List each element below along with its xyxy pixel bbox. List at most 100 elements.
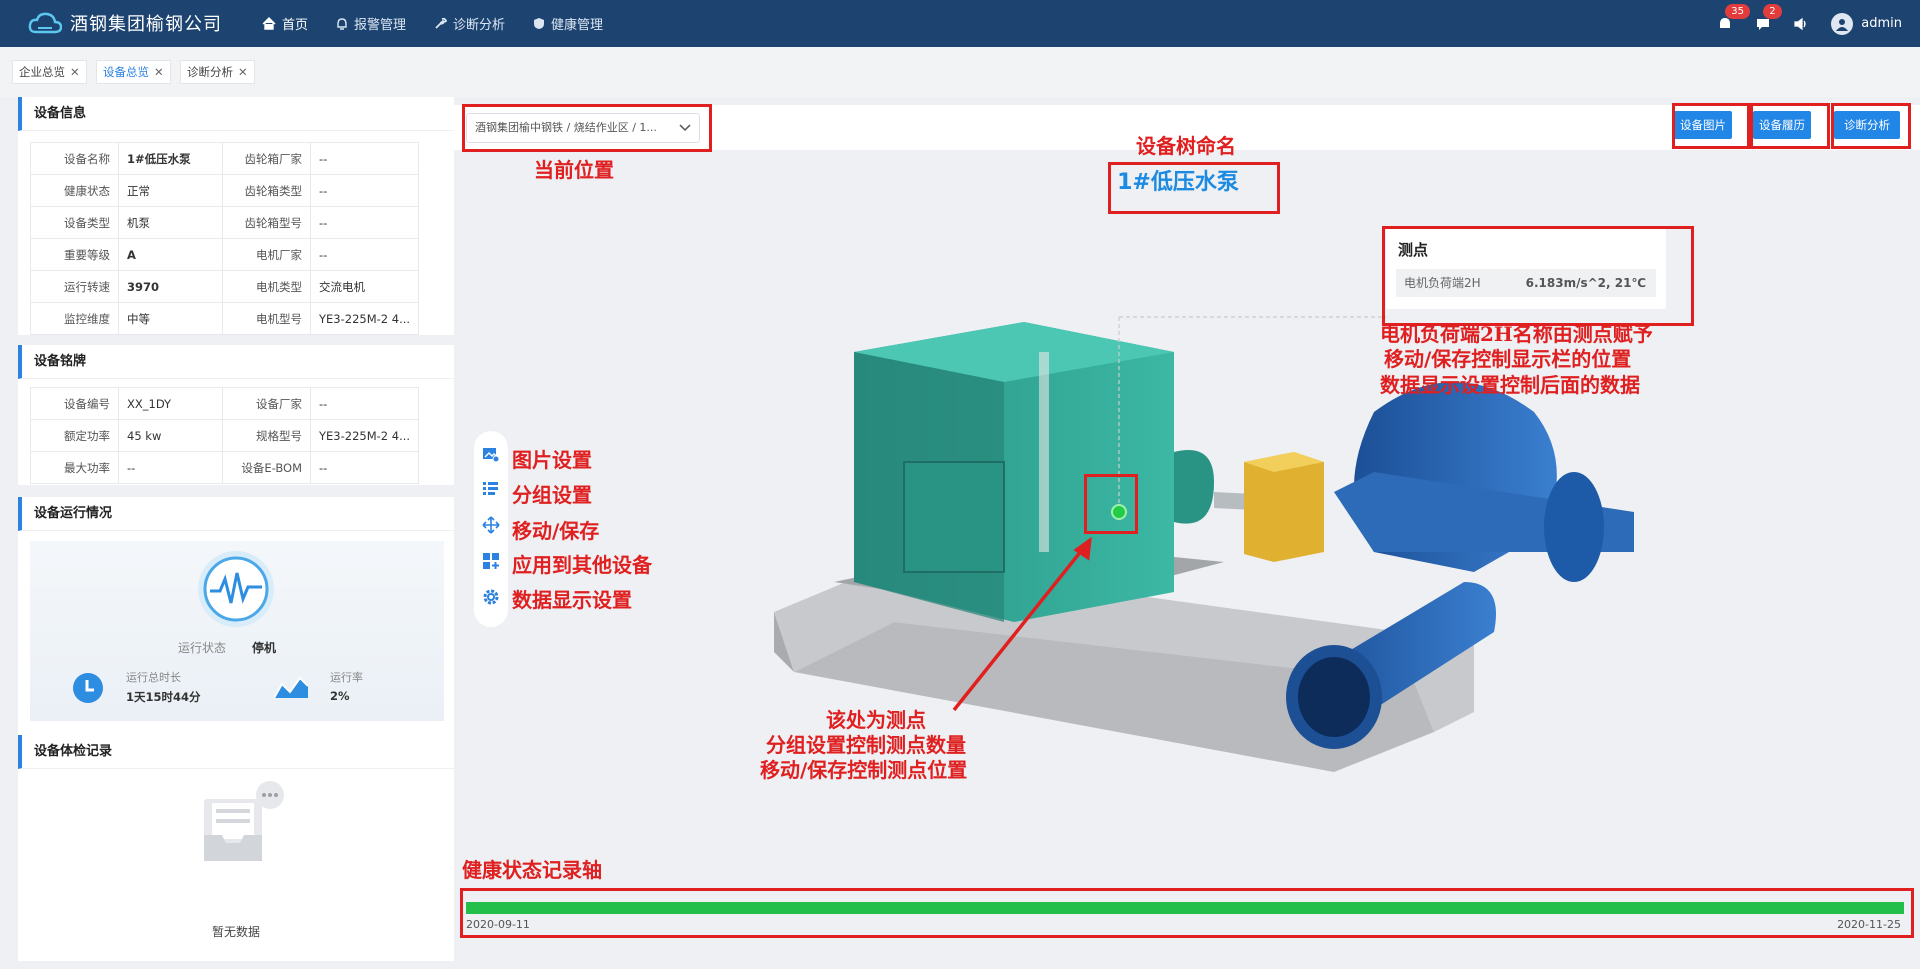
annotation-tool-move: 移动/保存 xyxy=(512,519,600,543)
annotation-box-location xyxy=(462,104,712,152)
field-label: 健康状态 xyxy=(30,174,119,207)
annotation-tool-display: 数据显示设置 xyxy=(512,588,632,612)
field-value: 中等 xyxy=(118,302,223,335)
nav-home[interactable]: 首页 xyxy=(262,0,308,47)
speaker-icon xyxy=(1794,17,1806,30)
field-value: -- xyxy=(309,451,420,484)
field-value: -- xyxy=(309,206,420,239)
field-value: -- xyxy=(309,174,420,207)
field-label: 设备类型 xyxy=(30,206,119,239)
field-label: 规格型号 xyxy=(222,419,311,452)
nav-alarm-label: 报警管理 xyxy=(354,18,407,33)
image-settings-tool[interactable] xyxy=(482,445,500,466)
run-rate-chart-icon xyxy=(273,676,309,699)
field-value: YE3-225M-2 4... xyxy=(309,302,420,335)
status-label: 运行状态 xyxy=(178,641,227,655)
top-navigation-bar: 酒钢集团榆钢公司 首页 报警管理 诊断分析 健康管理 35 2 admin xyxy=(0,0,1920,47)
field-label: 重要等级 xyxy=(30,238,119,271)
cloud-logo-icon xyxy=(28,12,62,34)
field-value: -- xyxy=(118,451,223,484)
home-icon xyxy=(262,17,276,30)
annotation-current-location: 当前位置 xyxy=(534,158,614,182)
username[interactable]: admin xyxy=(1861,16,1902,31)
tab-label: 设备总览 xyxy=(103,65,149,79)
table-row: 重要等级 A 电机厂家 -- xyxy=(30,238,420,271)
field-value: 1#低压水泵 xyxy=(118,142,223,175)
nav-health[interactable]: 健康管理 xyxy=(533,0,603,47)
nameplate-section: 设备铭牌 设备编号 XX_1DY 设备厂家 -- 额定功率 45 kw 规格型号 YE3-22… xyxy=(18,345,454,485)
field-label: 设备E-BOM xyxy=(222,451,311,484)
rate-value: 2% xyxy=(330,689,350,703)
field-label: 齿轮箱类型 xyxy=(222,174,311,207)
avatar[interactable] xyxy=(1831,12,1854,35)
runtime-value: 1天15时44分 xyxy=(126,690,201,704)
field-value: 45 kw xyxy=(118,419,223,452)
group-settings-tool[interactable] xyxy=(482,480,500,501)
annotation-box-measure-card xyxy=(1382,226,1694,326)
logo[interactable]: 酒钢集团榆钢公司 xyxy=(28,10,222,36)
field-label: 设备厂家 xyxy=(222,387,311,420)
close-icon[interactable]: ✕ xyxy=(238,65,248,79)
table-row: 监控维度 中等 电机型号 YE3-225M-2 4... xyxy=(30,302,420,335)
image-settings-icon xyxy=(483,448,500,463)
close-icon[interactable]: ✕ xyxy=(154,65,164,79)
alarm-icon xyxy=(337,18,347,30)
field-label: 监控维度 xyxy=(30,302,119,335)
field-value: 机泵 xyxy=(118,206,223,239)
close-icon[interactable]: ✕ xyxy=(70,65,80,79)
table-row: 最大功率 -- 设备E-BOM -- xyxy=(30,451,420,484)
left-panel: 设备信息 设备名称 1#低压水泵 齿轮箱厂家 -- 健康状态 正常 齿轮箱类型 -- 设备类型机… xyxy=(18,97,454,961)
shield-icon xyxy=(534,18,545,29)
field-value: YE3-225M-2 4... xyxy=(309,419,420,452)
data-display-settings-tool[interactable] xyxy=(482,588,500,609)
annotation-timeline: 健康状态记录轴 xyxy=(462,858,602,882)
field-value: A xyxy=(118,238,223,271)
field-value: XX_1DY xyxy=(118,387,223,420)
annotation-arrow xyxy=(952,536,1092,712)
runtime-label: 运行总时长 xyxy=(126,671,181,684)
alarm-notification[interactable]: 35 xyxy=(1717,3,1750,32)
tab-diagnosis[interactable]: 诊断分析 ✕ xyxy=(180,60,255,84)
field-label: 运行转速 xyxy=(30,270,119,303)
main-nav: 首页 报警管理 诊断分析 健康管理 xyxy=(262,0,631,47)
field-value: 正常 xyxy=(118,174,223,207)
header-actions: 35 2 admin xyxy=(1717,0,1902,47)
nav-home-label: 首页 xyxy=(282,18,309,33)
nameplate-table: 设备编号 XX_1DY 设备厂家 -- 额定功率 45 kw 规格型号 YE3-225M-2 … xyxy=(30,387,420,484)
message-count-badge: 2 xyxy=(1763,3,1782,19)
table-row: 设备编号 XX_1DY 设备厂家 -- xyxy=(30,387,420,420)
annotation-tool-group: 分组设置 xyxy=(512,483,592,507)
annotation-mp-note-2: 移动/保存控制显示栏的位置 xyxy=(1384,347,1632,371)
operation-title: 设备运行情况 xyxy=(18,497,454,531)
apply-other-device-icon xyxy=(483,553,499,569)
heartbeat-status-icon xyxy=(198,551,274,627)
field-value: 3970 xyxy=(118,270,223,303)
user-avatar-icon xyxy=(1836,18,1849,31)
field-label: 设备编号 xyxy=(30,387,119,420)
annotation-mp-note-3: 数据显示设置控制后面的数据 xyxy=(1380,373,1640,397)
company-name: 酒钢集团榆钢公司 xyxy=(70,14,222,35)
nav-diagnosis[interactable]: 诊断分析 xyxy=(434,0,505,47)
main-panel: 酒钢集团榆中钢铁 / 烧结作业区 / 1... 设备图片 设备履历 诊断分析 1… xyxy=(454,97,1920,969)
tool-sidebar xyxy=(474,431,508,627)
nav-health-label: 健康管理 xyxy=(551,18,604,33)
annotation-point-note-3: 移动/保存控制测点位置 xyxy=(760,758,968,782)
empty-text: 暂无数据 xyxy=(211,925,260,939)
field-label: 电机型号 xyxy=(222,302,311,335)
status-value: 停机 xyxy=(252,641,277,655)
tab-enterprise-overview[interactable]: 企业总览 ✕ xyxy=(12,60,87,84)
sound-toggle[interactable] xyxy=(1793,16,1809,32)
device-info-title: 设备信息 xyxy=(18,97,454,131)
field-value: -- xyxy=(309,142,420,175)
message-notification[interactable]: 2 xyxy=(1755,3,1782,32)
nameplate-title: 设备铭牌 xyxy=(18,345,454,379)
move-save-tool[interactable] xyxy=(482,516,500,537)
annotation-box-diagnosis-btn xyxy=(1831,103,1911,149)
nav-alarm[interactable]: 报警管理 xyxy=(336,0,406,47)
group-settings-icon xyxy=(483,482,498,495)
field-value: 交流电机 xyxy=(309,270,420,303)
device-info-table: 设备名称 1#低压水泵 齿轮箱厂家 -- 健康状态 正常 齿轮箱类型 -- 设备类型 机泵 齿轮箱型… xyxy=(30,142,420,335)
tab-device-overview[interactable]: 设备总览 ✕ xyxy=(96,60,171,84)
apply-other-device-tool[interactable] xyxy=(482,552,500,573)
field-value: -- xyxy=(309,238,420,271)
